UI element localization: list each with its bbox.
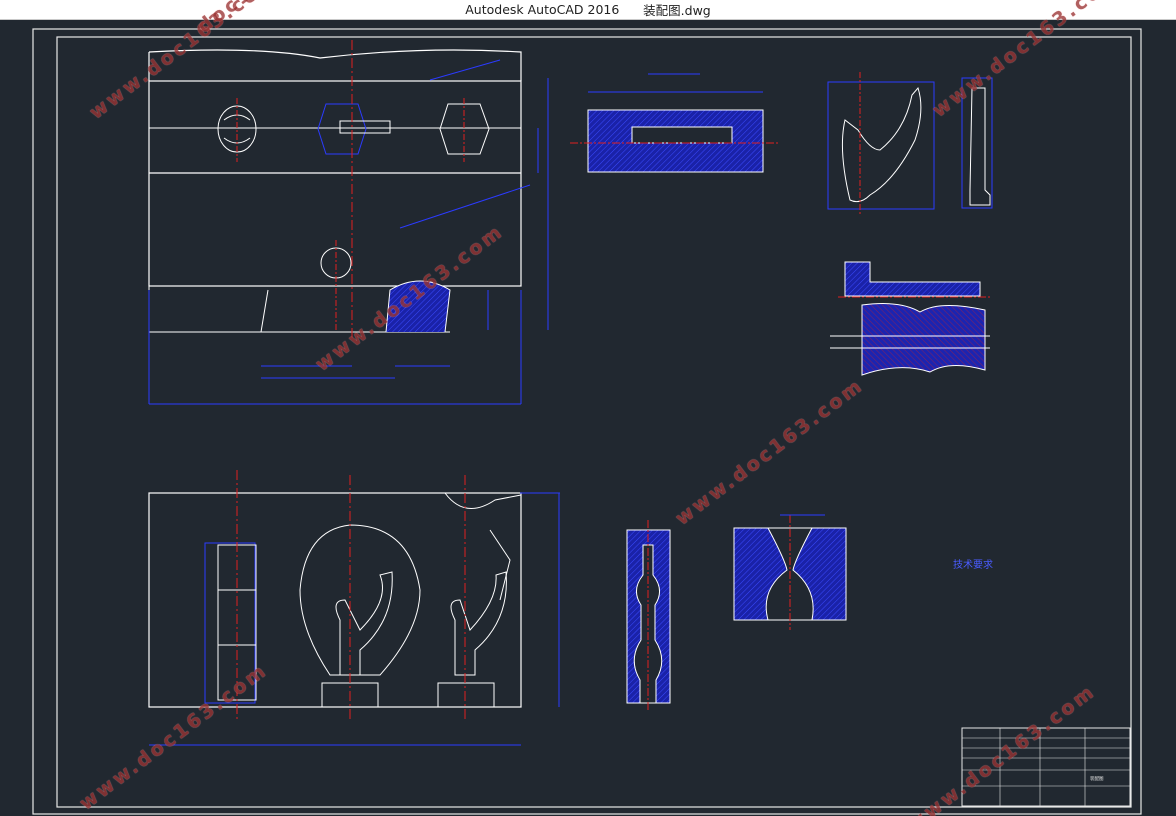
app-title: Autodesk AutoCAD 2016 xyxy=(465,2,620,17)
title-block[interactable] xyxy=(961,727,1131,807)
technical-requirements-title: 技术要求 xyxy=(953,560,993,571)
shaft-detail-view[interactable] xyxy=(830,261,990,376)
die-section-view[interactable] xyxy=(733,514,847,630)
file-name: 装配图.dwg xyxy=(643,3,711,18)
window-titlebar: Autodesk AutoCAD 2016 装配图.dwg xyxy=(0,0,1176,20)
title-block-header: 装配图 xyxy=(1090,777,1104,782)
vertical-section-view[interactable] xyxy=(626,520,671,712)
front-view[interactable] xyxy=(148,40,549,405)
fork-side-view[interactable] xyxy=(827,72,993,215)
outer-frame xyxy=(32,28,1142,815)
top-view[interactable] xyxy=(148,470,560,746)
section-view-a[interactable] xyxy=(570,73,780,173)
cad-drawing-canvas[interactable] xyxy=(0,20,1176,816)
